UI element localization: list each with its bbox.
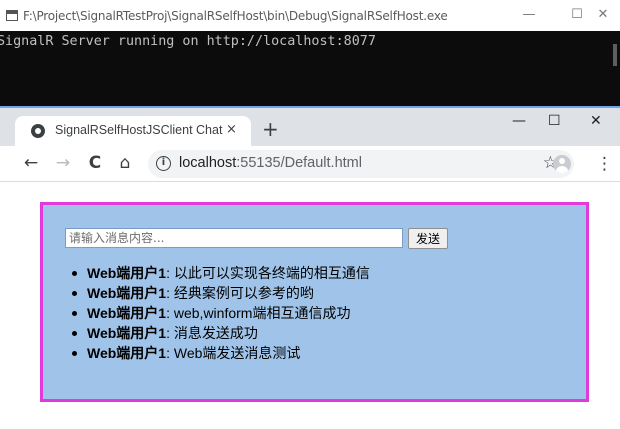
message-text: 以此可以实现各终端的相互通信 [173,265,370,281]
send-button[interactable]: 发送 [408,228,448,249]
back-arrow-icon[interactable]: ← [20,152,42,174]
message-separator: : [166,265,174,281]
message-user: Web端用户1 [87,265,167,281]
message-user: Web端用户1 [87,325,167,341]
message-text: Web端发送消息测试 [173,345,301,361]
tab-chat[interactable]: SignalRSelfHostJSClient Chat × [15,116,251,148]
list-item: Web端用户1: web,winform端相互通信成功 [72,303,370,323]
message-user: Web端用户1 [87,285,167,301]
url-host: localhost [179,155,237,171]
message-text: 经典案例可以参考的哟 [173,285,314,301]
address-bar[interactable]: i localhost:55135/Default.html ☆ [148,150,574,178]
forward-arrow-icon[interactable]: → [52,152,74,174]
url-text[interactable]: localhost:55135/Default.html [179,155,362,171]
console-title: F:\Project\SignalRTestProj\SignalRSelfHo… [23,9,448,23]
list-item: Web端用户1: 经典案例可以参考的哟 [72,283,370,303]
tab-title: SignalRSelfHostJSClient Chat [55,123,223,137]
message-list: Web端用户1: 以此可以实现各终端的相互通信 Web端用户1: 经典案例可以参… [72,263,370,363]
message-user: Web端用户1 [87,305,167,321]
console-window: F:\Project\SignalRTestProj\SignalRSelfHo… [0,0,620,106]
url-path: :55135/Default.html [236,155,362,171]
tab-strip: SignalRSelfHostJSClient Chat × + — ☐ ✕ [0,106,620,148]
message-separator: : [166,325,174,341]
browser-minimize-button[interactable]: — [512,113,526,129]
list-item: Web端用户1: 消息发送成功 [72,323,370,343]
console-scrollbar[interactable] [613,44,617,66]
more-menu-icon[interactable]: ⋮ [596,154,613,174]
home-icon[interactable]: ⌂ [114,152,136,174]
message-separator: : [166,345,174,361]
message-user: Web端用户1 [87,345,167,361]
console-output-line: SignalR Server running on http://localho… [0,34,376,49]
browser-close-button[interactable]: ✕ [590,113,602,129]
tab-close-icon[interactable]: × [226,122,237,137]
console-titlebar[interactable]: F:\Project\SignalRTestProj\SignalRSelfHo… [0,0,620,31]
message-separator: : [166,305,174,321]
message-separator: : [166,285,174,301]
profile-avatar-icon[interactable] [553,155,571,173]
globe-icon [31,124,45,138]
browser-toolbar: ← → C ⌂ i localhost:55135/Default.html ☆… [0,146,620,182]
browser-maximize-button[interactable]: ☐ [548,113,561,129]
list-item: Web端用户1: Web端发送消息测试 [72,343,370,363]
console-maximize-button[interactable]: ☐ [566,6,588,24]
console-app-icon [6,10,18,21]
new-tab-button[interactable]: + [262,119,279,139]
message-text: web,winform端相互通信成功 [173,305,351,321]
message-text: 消息发送成功 [173,325,258,341]
list-item: Web端用户1: 以此可以实现各终端的相互通信 [72,263,370,283]
message-input[interactable] [65,228,403,248]
info-icon[interactable]: i [156,156,171,171]
console-close-button[interactable]: ✕ [592,6,614,24]
reload-icon[interactable]: C [84,152,106,174]
chat-panel: 发送 Web端用户1: 以此可以实现各终端的相互通信 Web端用户1: 经典案例… [40,202,589,402]
console-minimize-button[interactable]: — [518,6,540,24]
